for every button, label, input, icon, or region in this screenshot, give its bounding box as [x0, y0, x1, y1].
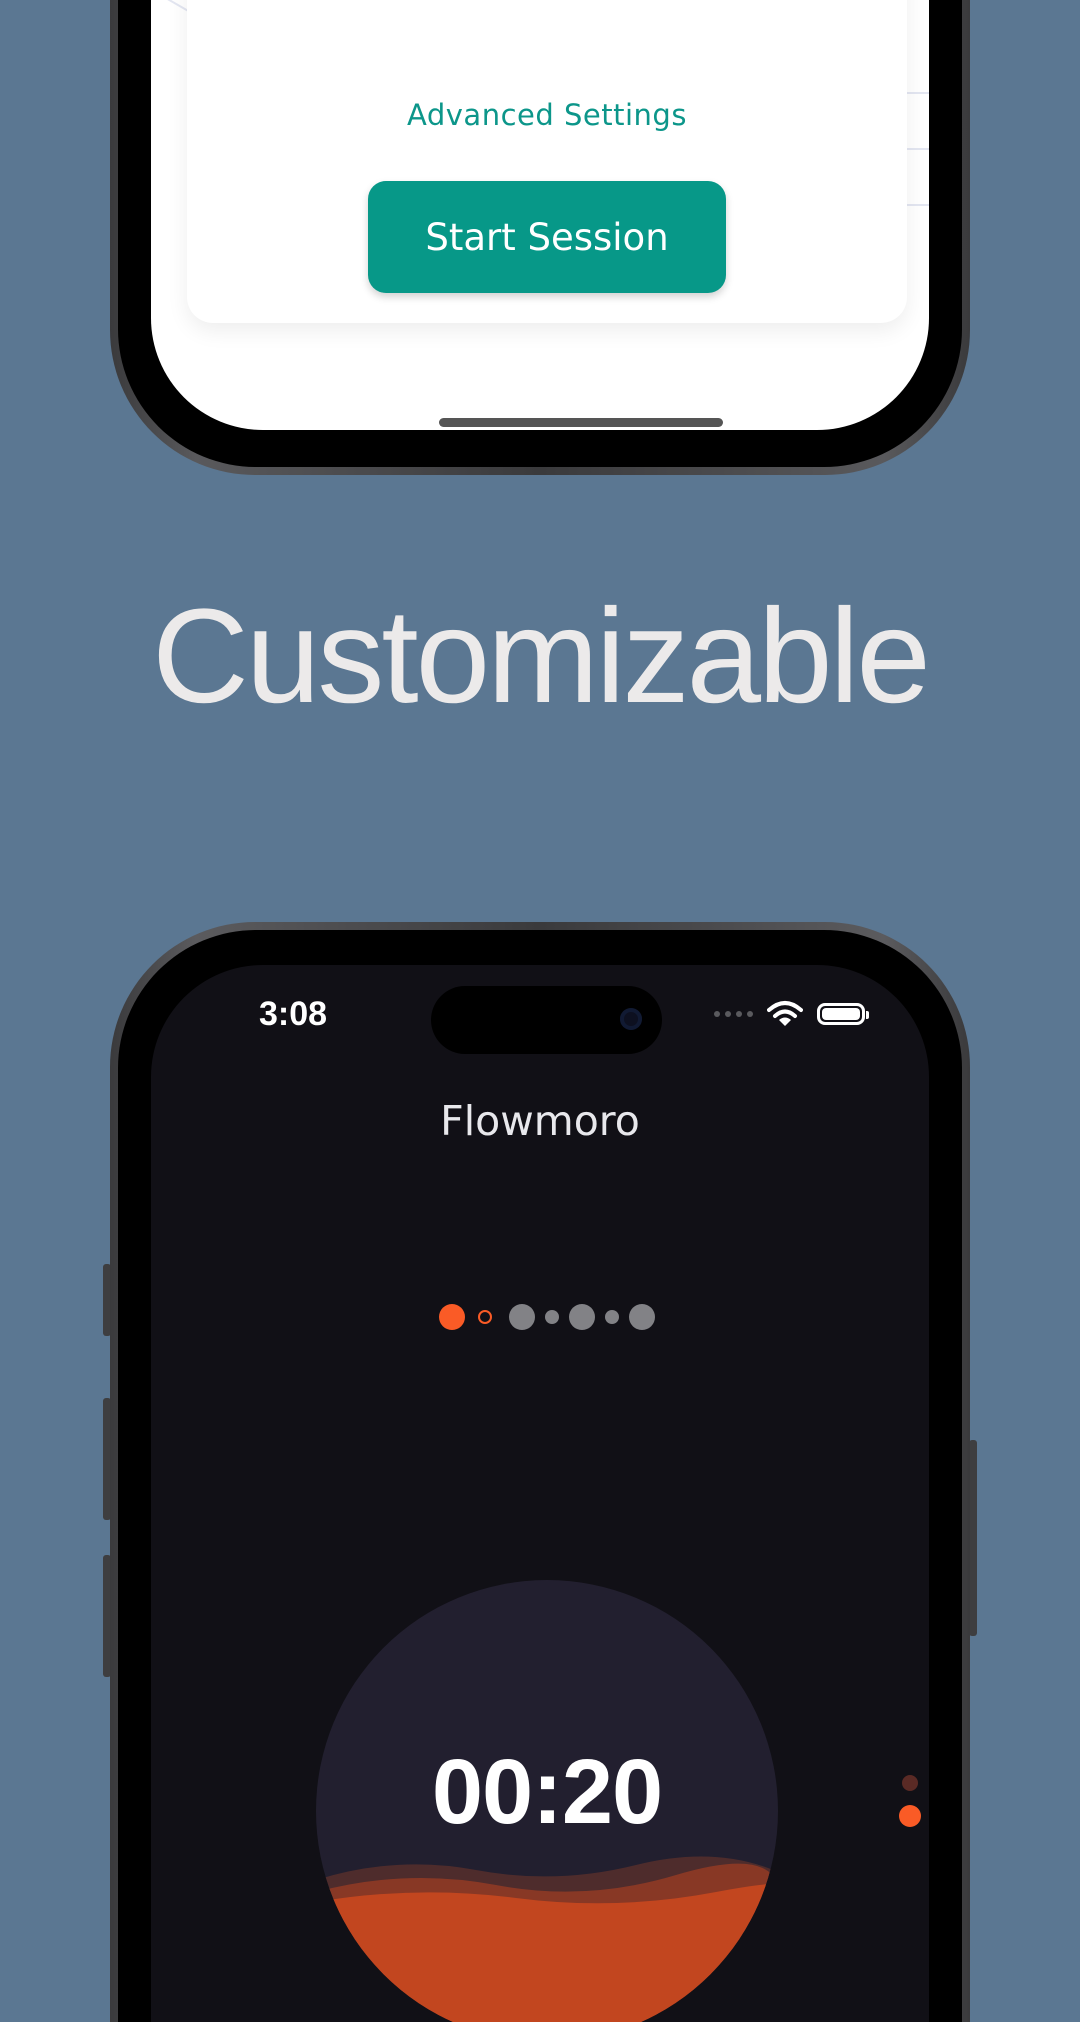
- session-dot-break-current: [478, 1310, 492, 1324]
- bottom-phone-bezel: 3:08 Flowmoro 00:20: [118, 930, 962, 2022]
- session-dot: [509, 1304, 535, 1330]
- advanced-settings-link[interactable]: Advanced Settings: [187, 98, 907, 132]
- status-icons: [714, 1000, 869, 1028]
- bottom-phone-screen: 3:08 Flowmoro 00:20: [151, 965, 929, 2022]
- bottom-phone-frame: 3:08 Flowmoro 00:20: [110, 922, 970, 2022]
- top-phone-frame: Advanced Settings Start Session: [110, 0, 970, 475]
- top-phone-screen: Advanced Settings Start Session: [151, 0, 929, 430]
- page-dot-active[interactable]: [899, 1805, 921, 1827]
- start-session-button[interactable]: Start Session: [368, 181, 726, 293]
- timer-display: 00:20: [431, 1741, 663, 1843]
- session-dot: [629, 1304, 655, 1330]
- page-dot[interactable]: [902, 1775, 918, 1791]
- settings-card: Advanced Settings Start Session: [187, 0, 907, 323]
- session-dot: [569, 1304, 595, 1330]
- top-phone-bezel: Advanced Settings Start Session: [118, 0, 962, 467]
- session-dot-active: [439, 1304, 465, 1330]
- home-indicator[interactable]: [439, 418, 723, 427]
- session-dot-break: [605, 1310, 619, 1324]
- status-time: 3:08: [259, 995, 328, 1033]
- session-dot-break: [545, 1310, 559, 1324]
- signal-dots-icon: [714, 1011, 753, 1017]
- headline: Customizable: [152, 582, 931, 731]
- camera-icon: [620, 1008, 642, 1030]
- wifi-icon: [767, 1001, 803, 1026]
- phone-power-button: [969, 1440, 977, 1636]
- dynamic-island: [431, 986, 662, 1054]
- app-title: Flowmoro: [440, 1097, 640, 1145]
- battery-icon: [817, 1003, 869, 1025]
- timer-circle[interactable]: 00:20: [316, 1580, 778, 2022]
